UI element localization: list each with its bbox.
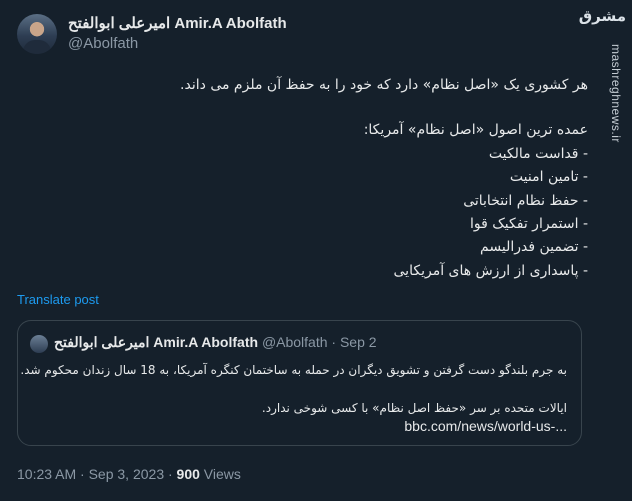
- tweet-line: - قداست مالکیت: [488, 145, 588, 162]
- quoted-tweet-card[interactable]: امیرعلی ابوالفتح Amir.A Abolfath @Abolfa…: [17, 320, 582, 446]
- watermark: مشرق mashreghnews.ir: [578, 7, 626, 498]
- author-display-name[interactable]: امیرعلی ابوالفتح Amir.A Abolfath: [68, 14, 287, 32]
- translate-post-link[interactable]: Translate post: [17, 292, 99, 307]
- watermark-url: mashreghnews.ir: [609, 44, 623, 143]
- author-avatar[interactable]: [17, 14, 57, 54]
- tweet-timestamp[interactable]: 10:23 AM · Sep 3, 2023 ·: [17, 466, 177, 482]
- quoted-line: به جرم بلندگو دست گرفتن و تشویق دیگران د…: [20, 363, 567, 377]
- quoted-author-avatar: [30, 335, 48, 353]
- tweet-line: - تامین امنیت: [509, 169, 588, 186]
- views-count: 900: [176, 466, 200, 482]
- views-label: Views: [199, 466, 241, 482]
- quoted-handle-date: @Abolfath · Sep 2: [261, 334, 377, 350]
- tweet-footer: 10:23 AM · Sep 3, 2023 · 900 Views: [17, 466, 241, 482]
- tweet-line: - تضمین فدرالیسم: [480, 239, 588, 256]
- quoted-tweet-text: به جرم بلندگو دست گرفتن و تشویق دیگران د…: [20, 361, 567, 418]
- quoted-author-name: امیرعلی ابوالفتح Amir.A Abolfath: [54, 334, 259, 350]
- quoted-line: ایالات متحده بر سر «حفظ اصل نظام» با کسی…: [261, 401, 567, 415]
- tweet-line: هر کشوری یک «اصل نظام» دارد که خود را به…: [180, 77, 588, 93]
- author-header: امیرعلی ابوالفتح Amir.A Abolfath @Abolfa…: [68, 14, 287, 52]
- tweet-line: - استمرار تفکیک قوا: [470, 215, 588, 232]
- tweet-line: - حفظ نظام انتخاباتی: [463, 192, 588, 209]
- mashregh-logo: مشرق: [578, 7, 626, 25]
- quoted-line-blank: [47, 380, 567, 399]
- quoted-link[interactable]: bbc.com/news/world-us-...: [404, 418, 567, 434]
- tweet-line: عمده ترین اصول «اصل نظام» آمریکا:: [363, 122, 588, 139]
- quoted-tweet-header: امیرعلی ابوالفتح Amir.A Abolfath @Abolfa…: [54, 334, 377, 351]
- tweet-line: - پاسداری از ارزش های آمریکایی: [393, 262, 588, 279]
- tweet-text: هر کشوری یک «اصل نظام» دارد که خود را به…: [168, 74, 588, 283]
- author-handle[interactable]: @Abolfath: [68, 35, 287, 52]
